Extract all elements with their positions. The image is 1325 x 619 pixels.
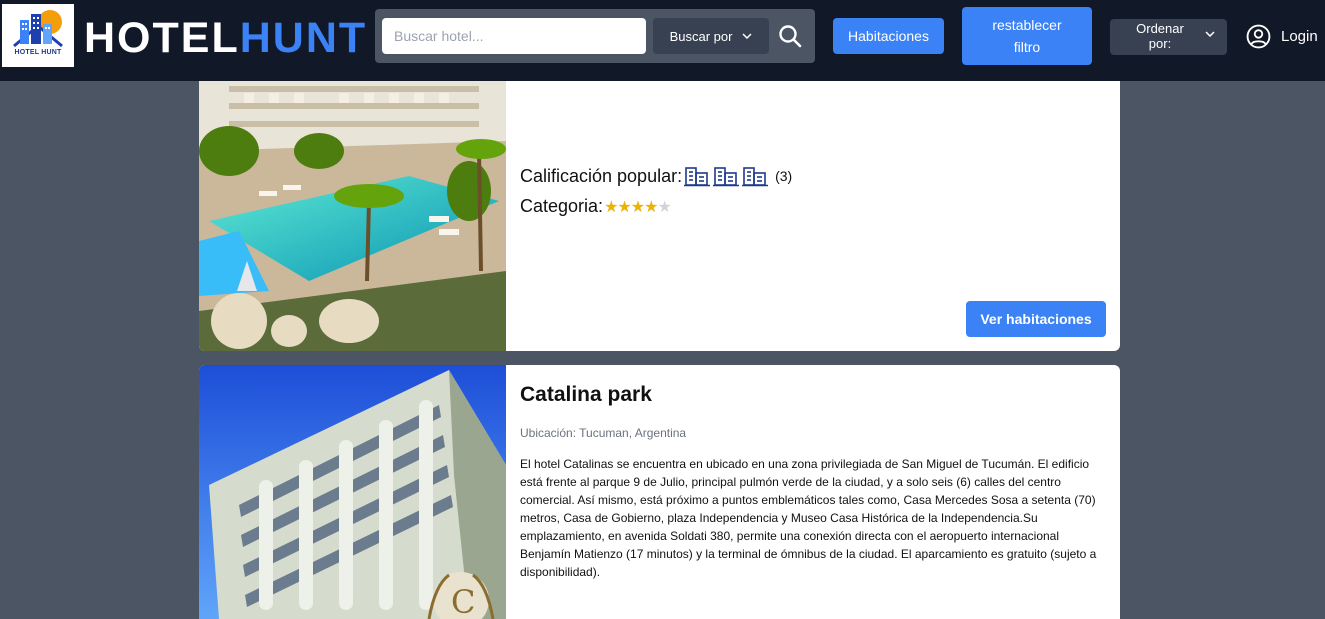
star-filled-icon: ★ [604,198,618,216]
hotel-card: C Catalina park Ubicación: Tucuman, Arge… [199,365,1120,619]
category-stars: ★ ★ ★ ★ ★ [604,197,672,217]
login-button[interactable]: Login [1246,23,1318,49]
user-circle-icon [1246,24,1271,48]
sort-label: Ordenar por: [1136,21,1184,51]
category-label: Categoria: [520,196,604,216]
brand-name[interactable]: HOTELHUNT [84,12,367,64]
popular-rating: Calificación popular: (3) [520,165,792,187]
reset-filter-button[interactable]: restablecer filtro [962,7,1092,65]
brand-part-1: HOTEL [84,14,240,62]
rating-label: Calificación popular: [520,165,683,186]
chevron-down-icon [1205,31,1215,37]
hotel-location: Ubicación: Tucuman, Argentina [520,426,687,440]
building-icon [742,167,769,187]
logo[interactable]: HOTEL HUNT [2,4,74,67]
brand-part-2: HUNT [239,14,368,62]
rating-count: (3) [775,168,793,184]
hotel-card: Calificación popular: (3) Categoria: ★ ★ ★… [199,81,1120,351]
logo-caption: HOTEL HUNT [14,49,62,56]
rating-icons [684,165,769,187]
hotel-image[interactable] [199,81,506,351]
search-by-label: Buscar por [669,28,733,44]
login-label: Login [1281,27,1318,45]
search-icon [779,25,802,48]
search-by-dropdown[interactable]: Buscar por [653,18,769,54]
building-icon [684,167,711,187]
hotel-description: El hotel Catalinas se encuentra en ubica… [520,457,1097,579]
rooms-button[interactable]: Habitaciones [833,18,944,54]
sort-dropdown[interactable]: Ordenar por: [1110,19,1227,55]
top-navbar: HOTEL HUNT HOTELHUNT Buscar por Habitaci… [0,0,1325,81]
svg-text:C: C [451,583,475,619]
star-filled-icon: ★ [617,198,631,216]
star-filled-icon: ★ [644,198,658,216]
star-empty-icon: ★ [657,198,671,216]
search-bar: Buscar por [375,9,815,63]
chevron-down-icon [742,33,752,39]
search-input[interactable] [382,18,646,54]
star-filled-icon: ★ [630,198,645,216]
hotel-name[interactable]: Catalina park [520,383,652,407]
category-rating: Categoria: ★ ★ ★ ★ ★ [520,196,672,217]
building-icon [713,167,740,187]
search-button[interactable] [775,21,805,51]
view-rooms-button[interactable]: Ver habitaciones [966,301,1106,337]
logo-buildings-icon [13,10,63,48]
hotel-image[interactable]: C [199,365,506,619]
